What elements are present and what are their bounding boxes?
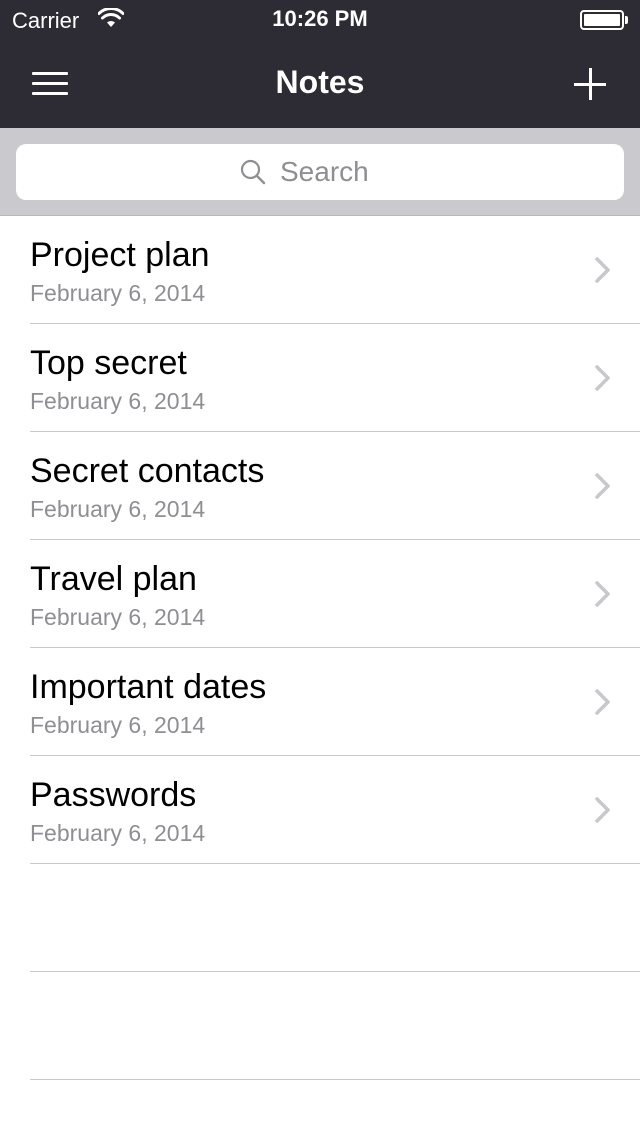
- notes-list: Project plan February 6, 2014 Top secret…: [0, 216, 640, 1080]
- note-row-travel-plan[interactable]: Travel plan February 6, 2014: [30, 540, 640, 648]
- notes-screen: Carrier 10:26 PM Notes Search Project pl…: [0, 0, 640, 1136]
- note-row-secret-contacts[interactable]: Secret contacts February 6, 2014: [30, 432, 640, 540]
- chevron-right-icon: [595, 365, 610, 391]
- note-date: February 6, 2014: [30, 820, 206, 846]
- chevron-right-icon: [595, 581, 610, 607]
- note-title: Passwords: [30, 776, 197, 814]
- search-field[interactable]: [16, 144, 624, 200]
- plus-icon: [574, 68, 606, 100]
- search-icon: [240, 159, 266, 185]
- chevron-right-icon: [595, 689, 610, 715]
- empty-list-row: [30, 864, 640, 972]
- note-date: February 6, 2014: [30, 280, 206, 306]
- status-time: 10:26 PM: [272, 6, 368, 31]
- chevron-right-icon: [595, 257, 610, 283]
- note-date: February 6, 2014: [30, 712, 206, 738]
- battery-icon: [580, 10, 628, 30]
- search-input[interactable]: [280, 156, 400, 188]
- note-title: Top secret: [30, 344, 187, 382]
- note-date: February 6, 2014: [30, 496, 206, 522]
- note-row-project-plan[interactable]: Project plan February 6, 2014: [30, 216, 640, 324]
- note-date: February 6, 2014: [30, 604, 206, 630]
- note-title: Important dates: [30, 668, 267, 706]
- wifi-icon: [98, 8, 124, 27]
- note-row-passwords[interactable]: Passwords February 6, 2014: [30, 756, 640, 864]
- hamburger-menu-icon: [32, 72, 68, 96]
- navigation-bar: Notes: [0, 40, 640, 128]
- carrier-label: Carrier: [12, 8, 80, 33]
- page-title: Notes: [275, 64, 365, 100]
- chevron-right-icon: [595, 797, 610, 823]
- add-note-button[interactable]: [564, 58, 616, 110]
- empty-list-row: [30, 972, 640, 1080]
- status-bar: Carrier 10:26 PM: [0, 0, 640, 40]
- menu-button[interactable]: [24, 58, 76, 110]
- note-title: Secret contacts: [30, 452, 265, 490]
- chevron-right-icon: [595, 473, 610, 499]
- search-bar: [0, 128, 640, 216]
- note-row-important-dates[interactable]: Important dates February 6, 2014: [30, 648, 640, 756]
- note-date: February 6, 2014: [30, 388, 206, 414]
- top-bar: Carrier 10:26 PM Notes: [0, 0, 640, 128]
- note-row-top-secret[interactable]: Top secret February 6, 2014: [30, 324, 640, 432]
- note-title: Project plan: [30, 236, 210, 274]
- note-title: Travel plan: [30, 560, 197, 598]
